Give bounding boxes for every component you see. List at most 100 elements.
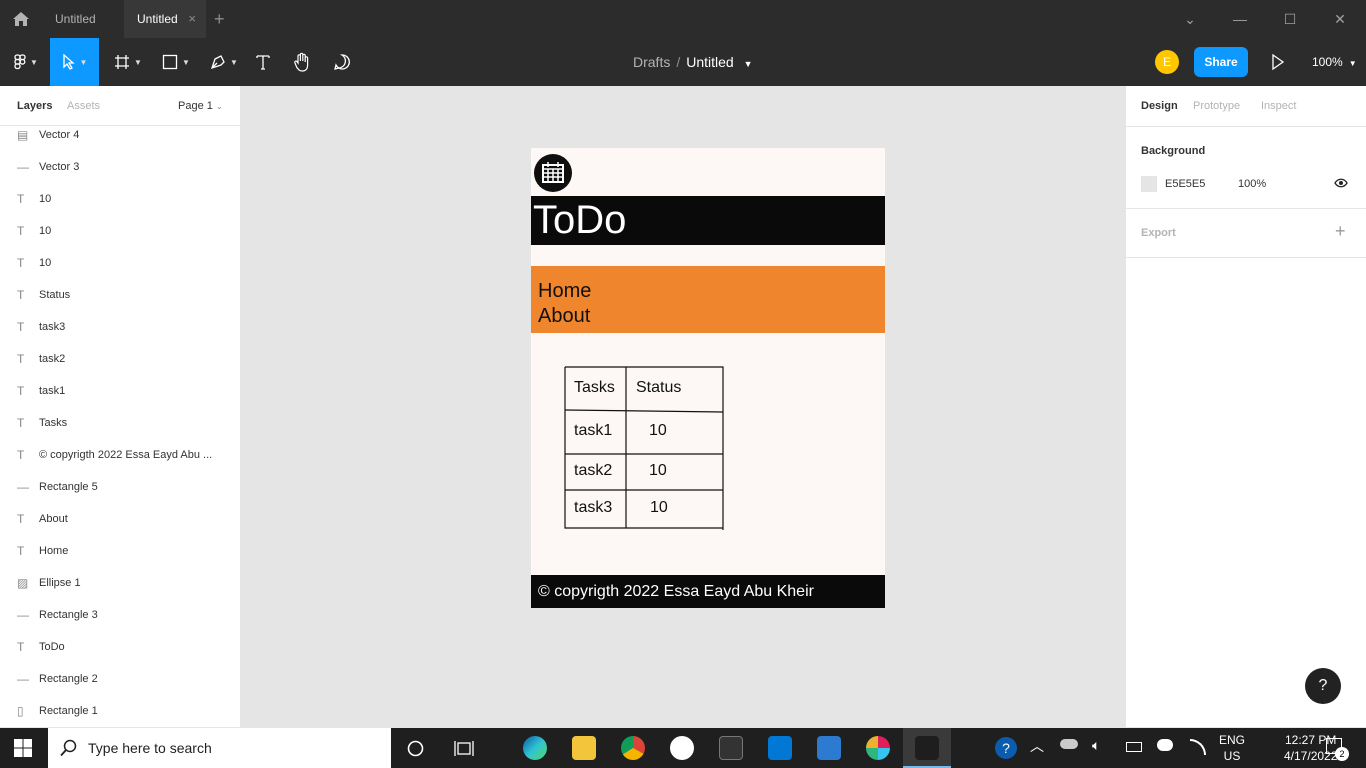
layer-item[interactable]: T Home	[0, 535, 240, 567]
taskbar-search[interactable]: Type here to search	[48, 728, 391, 768]
nav-home[interactable]: Home	[538, 280, 591, 303]
tab-layers[interactable]: Layers	[17, 100, 52, 112]
text-tool-button[interactable]	[252, 38, 274, 86]
zoom-level[interactable]: 100% ▼	[1312, 38, 1357, 86]
rectangle-icon	[162, 54, 178, 70]
layer-item[interactable]: T 10	[0, 215, 240, 247]
windows-start-icon[interactable]	[14, 739, 32, 757]
footer[interactable]: © copyrigth 2022 Essa Eayd Abu Kheir	[531, 575, 885, 608]
slack-icon[interactable]	[866, 736, 890, 760]
tab-design[interactable]: Design	[1141, 100, 1178, 112]
tab-untitled-1[interactable]: Untitled	[42, 0, 122, 38]
onedrive-icon[interactable]	[1060, 739, 1078, 749]
table-header-status[interactable]: Status	[636, 379, 681, 397]
tab-assets[interactable]: Assets	[67, 100, 100, 112]
page-title[interactable]: ToDo	[531, 196, 885, 245]
help-tray-icon[interactable]: ?	[995, 737, 1017, 759]
table-cell-status3[interactable]: 10	[650, 499, 668, 517]
file-explorer-icon[interactable]	[572, 736, 596, 760]
cortana-icon[interactable]	[407, 740, 424, 757]
breadcrumb-drafts[interactable]: Drafts	[633, 54, 670, 70]
cloud-download-icon[interactable]	[1157, 739, 1173, 751]
vscode-icon[interactable]	[768, 736, 792, 760]
volume-icon[interactable]: 🔈︎	[1092, 737, 1100, 754]
add-export-icon[interactable]: +	[1335, 221, 1346, 242]
terminal-icon[interactable]	[719, 736, 743, 760]
move-tool-button[interactable]: ▼	[50, 38, 99, 86]
battery-icon[interactable]	[1126, 742, 1142, 752]
close-window-icon[interactable]: ✕	[1320, 0, 1360, 38]
layer-item[interactable]: T Tasks	[0, 407, 240, 439]
hand-tool-button[interactable]	[290, 38, 314, 86]
share-button[interactable]: Share	[1194, 47, 1248, 77]
chevron-down-icon[interactable]: ▼	[744, 59, 753, 69]
nav-about[interactable]: About	[538, 305, 590, 328]
layer-item[interactable]: ▨ Ellipse 1	[0, 567, 240, 599]
layer-item[interactable]: T About	[0, 503, 240, 535]
table-cell-task3[interactable]: task3	[574, 499, 612, 517]
help-button[interactable]: ?	[1305, 668, 1341, 704]
table-cell-task2[interactable]: task2	[574, 462, 612, 480]
language-indicator[interactable]: ENG US	[1219, 732, 1245, 764]
layer-item[interactable]: T 10	[0, 247, 240, 279]
export-label[interactable]: Export	[1141, 227, 1176, 239]
tasks-table[interactable]: Tasks Status task1 10 task2 10 task3 10	[564, 366, 724, 531]
pen-icon	[211, 55, 225, 70]
wifi-icon[interactable]	[1190, 739, 1206, 755]
shape-tool-button[interactable]: ▼	[156, 38, 196, 86]
layer-item[interactable]: — Rectangle 5	[0, 471, 240, 503]
layer-item[interactable]: T Status	[0, 279, 240, 311]
table-cell-status2[interactable]: 10	[649, 462, 667, 480]
layer-item[interactable]: Ttask2	[0, 343, 240, 375]
main-menu-button[interactable]: ▼	[8, 38, 44, 86]
wamp-icon[interactable]	[670, 736, 694, 760]
minimize-icon[interactable]: —	[1220, 0, 1260, 38]
maximize-icon[interactable]: ☐	[1270, 0, 1310, 38]
tab-prototype[interactable]: Prototype	[1193, 100, 1240, 112]
comment-tool-button[interactable]	[330, 38, 354, 86]
tab-untitled-2[interactable]: Untitled ×	[124, 0, 206, 38]
page-selector[interactable]: Page 1 ⌄	[178, 100, 223, 112]
file-name[interactable]: Untitled	[686, 54, 733, 70]
figma-taskbar-button[interactable]	[903, 728, 951, 768]
present-play-icon[interactable]	[1270, 52, 1286, 72]
canvas[interactable]: ToDo Home About Tasks Status task1 10 ta…	[241, 86, 1125, 727]
layer-item[interactable]: T ToDo	[0, 631, 240, 663]
layer-item[interactable]: ▤ Vector 4	[0, 119, 240, 151]
layer-item[interactable]: Ttask3	[0, 311, 240, 343]
table-header-tasks[interactable]: Tasks	[574, 379, 615, 397]
ellipse-1[interactable]	[534, 154, 572, 192]
nav-bar[interactable]: Home About	[531, 266, 885, 333]
frame-tool-button[interactable]: ▼	[108, 38, 148, 86]
new-tab-icon[interactable]: +	[214, 10, 225, 28]
tab-label: Untitled	[55, 12, 96, 26]
chevron-down-icon[interactable]: ⌄	[1170, 0, 1210, 38]
pen-tool-button[interactable]: ▼	[204, 38, 244, 86]
layer-item[interactable]: — Rectangle 3	[0, 599, 240, 631]
background-swatch[interactable]	[1141, 176, 1157, 192]
chrome-icon[interactable]	[621, 736, 645, 760]
layer-name: Home	[39, 545, 69, 557]
home-icon[interactable]	[12, 11, 30, 27]
layer-item[interactable]: Ttask1	[0, 375, 240, 407]
task-view-icon[interactable]	[454, 740, 474, 757]
background-hex[interactable]: E5E5E5	[1165, 178, 1205, 190]
chevron-up-icon[interactable]: ︿	[1030, 736, 1044, 756]
frame-icon	[115, 55, 130, 69]
layer-item[interactable]: T 10	[0, 183, 240, 215]
photos-icon[interactable]	[817, 736, 841, 760]
edge-icon[interactable]	[523, 736, 547, 760]
close-tab-icon[interactable]: ×	[188, 0, 196, 38]
background-opacity[interactable]: 100%	[1238, 178, 1266, 190]
layer-name: ToDo	[39, 641, 65, 653]
todo-frame[interactable]: ToDo Home About Tasks Status task1 10 ta…	[531, 148, 885, 608]
layer-item[interactable]: T © copyrigth 2022 Essa Eayd Abu ...	[0, 439, 240, 471]
layer-item[interactable]: — Vector 3	[0, 151, 240, 183]
layer-item[interactable]: ▯ Rectangle 1	[0, 695, 240, 727]
layer-item[interactable]: — Rectangle 2	[0, 663, 240, 695]
table-cell-task1[interactable]: task1	[574, 422, 612, 440]
tab-inspect[interactable]: Inspect	[1261, 100, 1296, 112]
avatar[interactable]: E	[1155, 50, 1179, 74]
eye-icon[interactable]	[1334, 177, 1348, 189]
table-cell-status1[interactable]: 10	[649, 422, 667, 440]
